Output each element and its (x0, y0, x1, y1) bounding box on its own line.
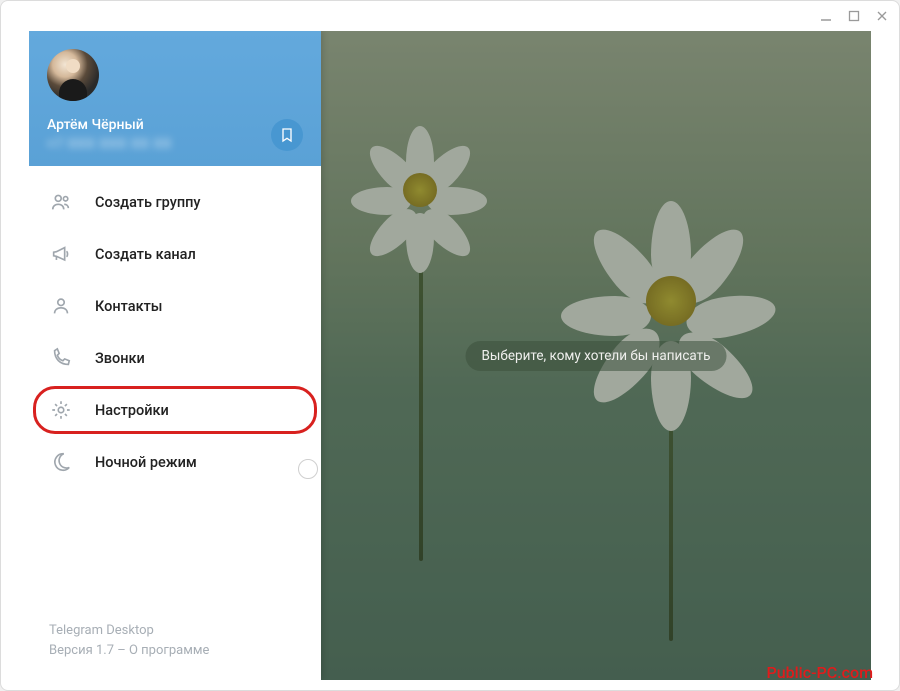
bookmark-icon (279, 127, 295, 143)
app-window: Артём Чёрный +7 XXX XXX XX XX Создать гр… (0, 0, 900, 691)
menu-item-label: Создать группу (95, 194, 201, 211)
menu-item-new-channel[interactable]: Создать канал (29, 228, 321, 280)
phone-icon (49, 346, 73, 370)
user-phone: +7 XXX XXX XX XX (47, 137, 172, 152)
gear-icon (49, 398, 73, 422)
menu-item-label: Контакты (95, 298, 162, 315)
footer-app-name: Telegram Desktop (49, 621, 301, 641)
person-icon (49, 294, 73, 318)
menu-item-calls[interactable]: Звонки (29, 332, 321, 384)
user-name: Артём Чёрный (47, 117, 172, 133)
app-body: Артём Чёрный +7 XXX XXX XX XX Создать гр… (29, 31, 871, 680)
avatar[interactable] (47, 49, 99, 101)
empty-chat-placeholder: Выберите, кому хотели бы написать (466, 341, 727, 371)
footer-version[interactable]: Версия 1.7 – О программе (49, 641, 301, 661)
watermark: Public-PC.com (766, 663, 873, 682)
menu-footer: Telegram Desktop Версия 1.7 – О программ… (29, 621, 321, 680)
megaphone-icon (49, 242, 73, 266)
close-button[interactable] (875, 9, 889, 23)
menu-item-label: Ночной режим (95, 454, 197, 471)
moon-icon (49, 450, 73, 474)
menu-item-label: Настройки (95, 402, 169, 419)
menu-item-label: Создать канал (95, 246, 196, 263)
group-icon (49, 190, 73, 214)
menu-item-night-mode[interactable]: Ночной режим (29, 436, 321, 488)
menu-item-settings[interactable]: Настройки (29, 384, 321, 436)
menu-header: Артём Чёрный +7 XXX XXX XX XX (29, 31, 321, 166)
menu-item-label: Звонки (95, 350, 145, 367)
menu-list: Создать группу Создать канал Контакты (29, 166, 321, 621)
side-menu: Артём Чёрный +7 XXX XXX XX XX Создать гр… (29, 31, 321, 680)
maximize-button[interactable] (847, 9, 861, 23)
menu-item-contacts[interactable]: Контакты (29, 280, 321, 332)
minimize-button[interactable] (819, 9, 833, 23)
saved-messages-button[interactable] (271, 119, 303, 151)
menu-item-new-group[interactable]: Создать группу (29, 176, 321, 228)
chat-area: Выберите, кому хотели бы написать (321, 31, 871, 680)
titlebar (1, 1, 899, 31)
